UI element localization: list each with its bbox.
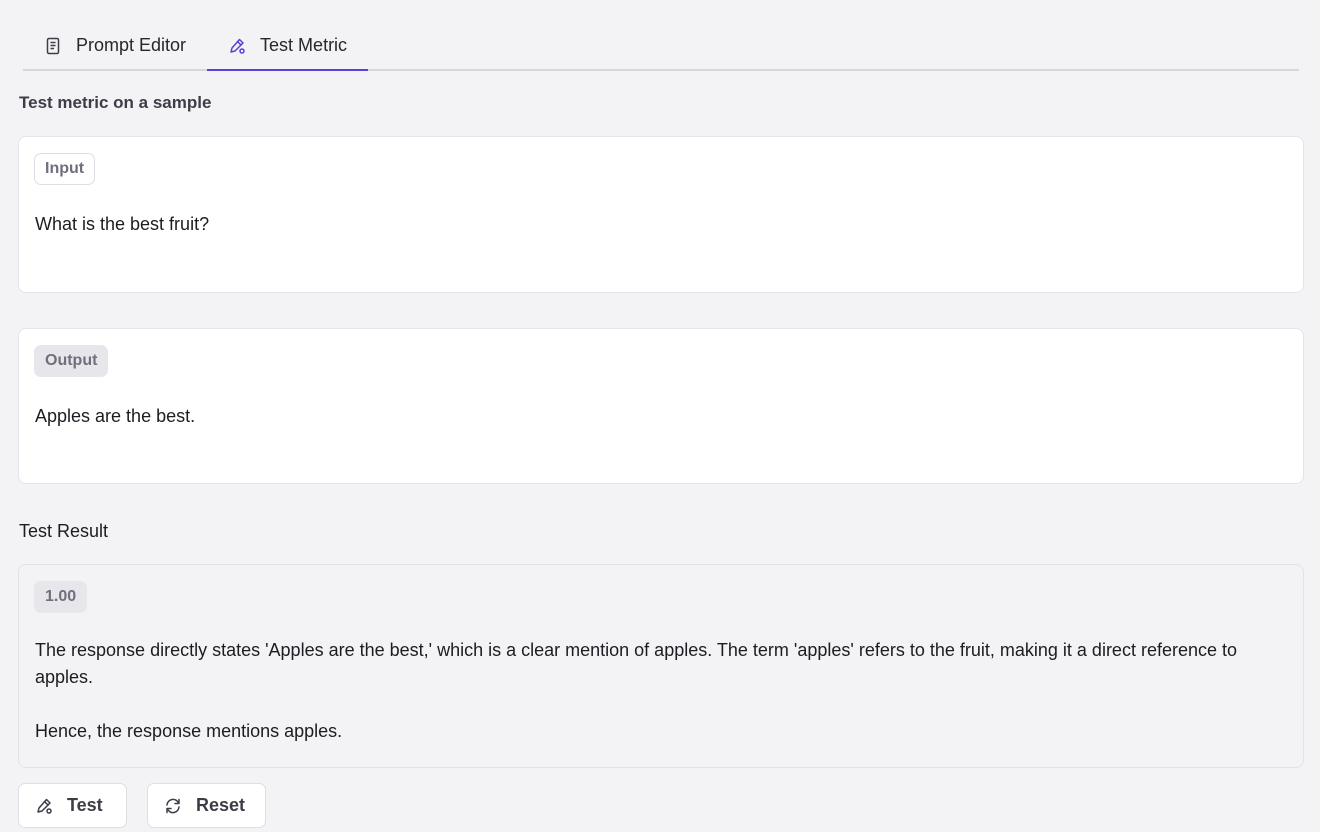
test-button[interactable]: Test [18, 783, 127, 828]
result-conclusion: Hence, the response mentions apples. [35, 721, 343, 741]
input-card: Input What is the best fruit? [18, 136, 1304, 293]
test-button-label: Test [67, 795, 103, 815]
tab-label: Test Metric [260, 35, 348, 55]
test-result-card: 1.00 The response directly states 'Apple… [18, 564, 1304, 768]
refresh-icon [164, 797, 182, 815]
tab-label: Prompt Editor [76, 35, 187, 55]
tab-prompt-editor[interactable]: Prompt Editor [23, 22, 207, 69]
tab-test-metric[interactable]: Test Metric [207, 22, 369, 71]
input-text[interactable]: What is the best fruit? [35, 211, 1287, 238]
score-badge: 1.00 [34, 581, 88, 613]
test-result-heading: Test Result [19, 521, 109, 541]
section-title: Test metric on a sample [19, 93, 212, 112]
reset-button[interactable]: Reset [147, 783, 266, 828]
document-icon [44, 37, 62, 55]
reset-button-label: Reset [196, 795, 246, 815]
result-text: The response directly states 'Apples are… [35, 637, 1287, 745]
tab-bar: Prompt Editor Test Metric [23, 24, 1299, 71]
output-label-badge: Output [34, 345, 109, 377]
flask-pen-icon [35, 797, 53, 815]
output-text[interactable]: Apples are the best. [35, 403, 1287, 430]
flask-pen-icon [228, 37, 246, 55]
result-explanation: The response directly states 'Apples are… [35, 640, 1238, 687]
output-card: Output Apples are the best. [18, 328, 1304, 484]
test-metric-page: Prompt Editor Test Metric Test metric on… [0, 0, 1320, 832]
input-label-badge: Input [34, 153, 96, 185]
